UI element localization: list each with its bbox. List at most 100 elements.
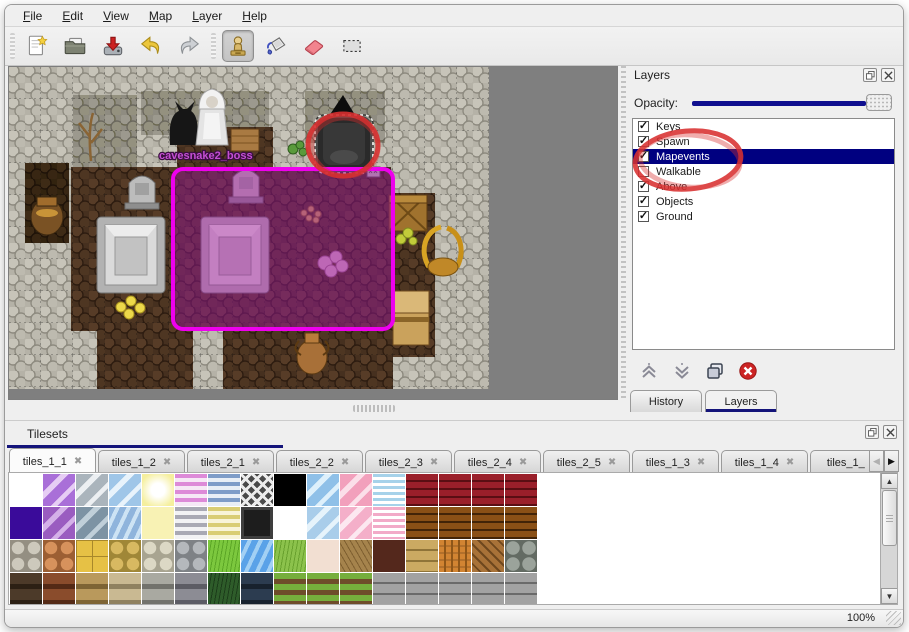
scroll-up-button[interactable]: ▲: [881, 473, 898, 489]
close-tab-icon[interactable]: ✖: [252, 457, 260, 468]
menu-layer[interactable]: Layer: [182, 7, 232, 25]
palette-tile-r3-c4[interactable]: [142, 573, 174, 605]
palette-tile-r2-c13[interactable]: [439, 540, 471, 572]
menu-help[interactable]: Help: [232, 7, 277, 25]
close-tab-icon[interactable]: ✖: [430, 457, 438, 468]
dock-tab-layers[interactable]: Layers: [705, 390, 777, 412]
palette-tile-r2-c1[interactable]: [43, 540, 75, 572]
float-panel-button[interactable]: [863, 68, 877, 82]
palette-tile-r0-c6[interactable]: [208, 474, 240, 506]
close-tab-icon[interactable]: ✖: [163, 457, 171, 468]
undo-button[interactable]: [135, 30, 167, 62]
palette-tile-r3-c7[interactable]: [241, 573, 273, 605]
palette-tile-r1-c5[interactable]: [175, 507, 207, 539]
palette-tile-r3-c2[interactable]: [76, 573, 108, 605]
menu-view[interactable]: View: [93, 7, 139, 25]
new-file-button[interactable]: [21, 30, 53, 62]
palette-tile-r2-c14[interactable]: [472, 540, 504, 572]
menu-edit[interactable]: Edit: [52, 7, 93, 25]
layer-checkbox[interactable]: ✓: [638, 196, 649, 207]
tileset-tab-tiles_2_3[interactable]: tiles_2_3✖: [365, 450, 452, 472]
close-tab-icon[interactable]: ✖: [697, 457, 705, 468]
menu-map[interactable]: Map: [139, 7, 182, 25]
palette-tile-r0-c13[interactable]: [439, 474, 471, 506]
palette-tile-r0-c15[interactable]: [505, 474, 537, 506]
palette-tile-r3-c1[interactable]: [43, 573, 75, 605]
palette-tile-r0-c8[interactable]: [274, 474, 306, 506]
tileset-tab-tiles_1_3[interactable]: tiles_1_3✖: [632, 450, 719, 472]
palette-tile-r0-c2[interactable]: [76, 474, 108, 506]
palette-tile-r1-c6[interactable]: [208, 507, 240, 539]
palette-tile-r2-c4[interactable]: [142, 540, 174, 572]
palette-tile-r3-c15[interactable]: [505, 573, 537, 605]
palette-tile-r0-c14[interactable]: [472, 474, 504, 506]
palette-tile-r0-c9[interactable]: [307, 474, 339, 506]
palette-tile-r1-c15[interactable]: [505, 507, 537, 539]
menu-file[interactable]: File: [13, 7, 52, 25]
tileset-tab-tiles_1_1[interactable]: tiles_1_1✖: [9, 448, 96, 472]
palette-tile-r1-c13[interactable]: [439, 507, 471, 539]
delete-layer-button[interactable]: [737, 360, 759, 382]
palette-tile-r3-c10[interactable]: [340, 573, 372, 605]
palette-tile-r3-c14[interactable]: [472, 573, 504, 605]
eraser-tool-button[interactable]: [298, 30, 330, 62]
stamp-tool-button[interactable]: [222, 30, 254, 62]
palette-tile-r1-c1[interactable]: [43, 507, 75, 539]
palette-tile-r2-c6[interactable]: [208, 540, 240, 572]
redo-button[interactable]: [173, 30, 205, 62]
resize-grip[interactable]: [886, 611, 901, 625]
scrollbar-thumb[interactable]: [882, 490, 897, 546]
palette-tile-r1-c14[interactable]: [472, 507, 504, 539]
palette-tile-r2-c2[interactable]: [76, 540, 108, 572]
layer-row-objects[interactable]: ✓Objects: [633, 194, 894, 209]
palette-tile-r3-c6[interactable]: [208, 573, 240, 605]
palette-tile-r0-c12[interactable]: [406, 474, 438, 506]
select-tool-button[interactable]: [336, 30, 368, 62]
palette-tile-r2-c11[interactable]: [373, 540, 405, 572]
tileset-tab-tiles_2_5[interactable]: tiles_2_5✖: [543, 450, 630, 472]
palette-tile-r1-c3[interactable]: [109, 507, 141, 539]
horizontal-splitter[interactable]: [353, 405, 395, 412]
palette-tile-r2-c9[interactable]: [307, 540, 339, 572]
float-tilesets-button[interactable]: [865, 425, 879, 439]
close-tilesets-button[interactable]: [883, 425, 897, 439]
toolbar-grip-2[interactable]: [211, 33, 216, 59]
palette-tile-r1-c9[interactable]: [307, 507, 339, 539]
layer-checkbox[interactable]: [638, 166, 649, 177]
palette-tile-r1-c12[interactable]: [406, 507, 438, 539]
layer-checkbox[interactable]: ✓: [638, 181, 649, 192]
open-button[interactable]: [59, 30, 91, 62]
palette-tile-r1-c0[interactable]: [10, 507, 42, 539]
palette-tile-r1-c2[interactable]: [76, 507, 108, 539]
palette-tile-r0-c5[interactable]: [175, 474, 207, 506]
opacity-slider[interactable]: [692, 101, 866, 106]
palette-tile-r3-c9[interactable]: [307, 573, 339, 605]
close-tab-icon[interactable]: ✖: [74, 456, 82, 467]
palette-tile-r3-c13[interactable]: [439, 573, 471, 605]
layer-checkbox[interactable]: ✓: [638, 121, 649, 132]
duplicate-layer-button[interactable]: [704, 360, 726, 382]
palette-tile-r0-c1[interactable]: [43, 474, 75, 506]
selection-rectangle[interactable]: [173, 169, 393, 329]
tileset-tab-tiles_2_2[interactable]: tiles_2_2✖: [276, 450, 363, 472]
palette-tile-r2-c0[interactable]: [10, 540, 42, 572]
map-canvas[interactable]: cavesnake2_boss: [9, 67, 617, 399]
close-panel-button[interactable]: [881, 68, 895, 82]
palette-tile-r2-c5[interactable]: [175, 540, 207, 572]
move-layer-up-button[interactable]: [638, 360, 660, 382]
layer-checkbox[interactable]: ✓: [638, 211, 649, 222]
move-layer-down-button[interactable]: [671, 360, 693, 382]
palette-tile-r3-c11[interactable]: [373, 573, 405, 605]
palette-tile-r3-c8[interactable]: [274, 573, 306, 605]
layer-row-above[interactable]: ✓Above: [633, 179, 894, 194]
palette-tile-r3-c5[interactable]: [175, 573, 207, 605]
tileset-tab-tiles_1_2[interactable]: tiles_1_2✖: [98, 450, 185, 472]
palette-tile-r2-c12[interactable]: [406, 540, 438, 572]
layer-checkbox[interactable]: ✓: [638, 136, 649, 147]
scroll-tabs-right-button[interactable]: ▶: [884, 450, 899, 472]
palette-tile-r0-c0[interactable]: [10, 474, 42, 506]
palette-tile-r3-c3[interactable]: [109, 573, 141, 605]
palette-tile-r1-c4[interactable]: [142, 507, 174, 539]
tileset-tab-tiles_1_[interactable]: tiles_1_✖: [810, 450, 869, 472]
palette-tile-r1-c10[interactable]: [340, 507, 372, 539]
